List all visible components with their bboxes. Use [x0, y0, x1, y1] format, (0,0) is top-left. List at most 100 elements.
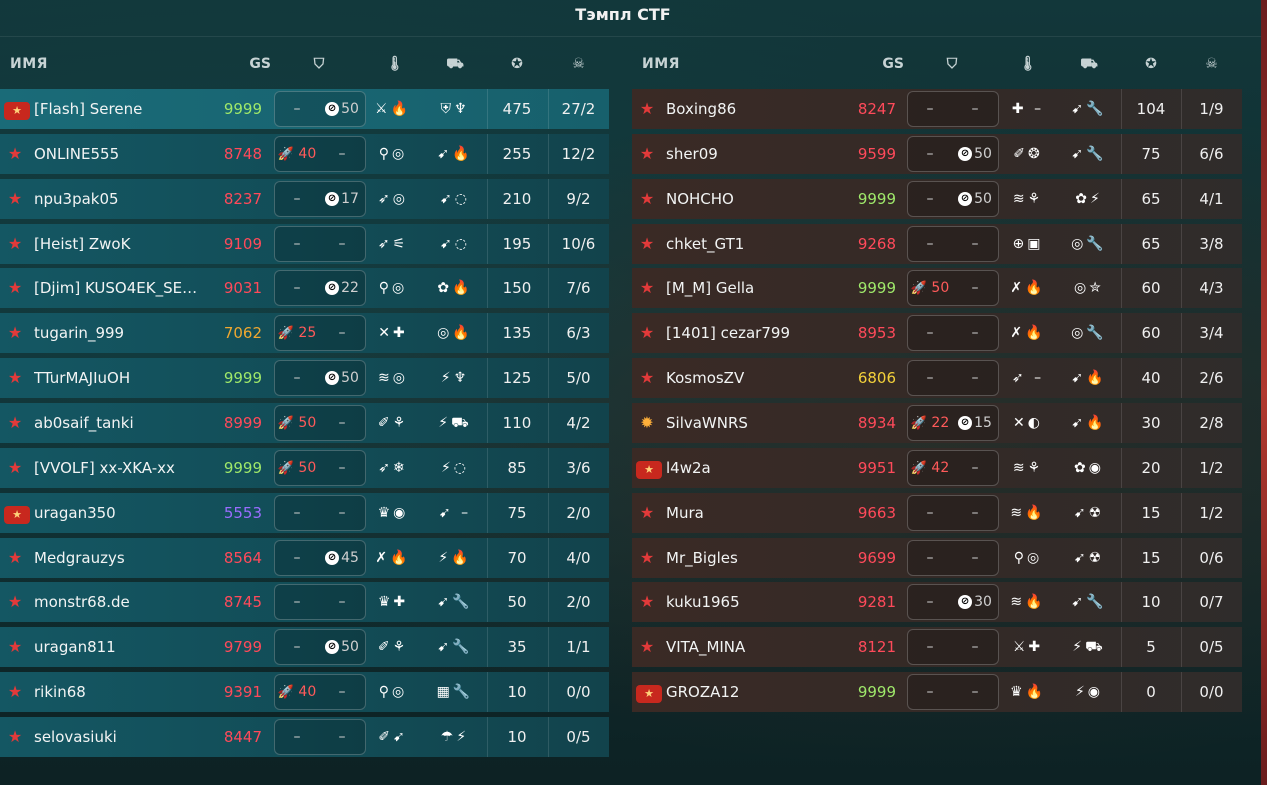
player-row[interactable]: ★ NOHCHO 9999 – ⊘ 50 ≋⚘ ✿⚡ 65 4/1	[632, 178, 1242, 219]
player-row[interactable]: ★ Boxing86 8247– – ✚ – ➹🔧 104 1/9	[632, 89, 1242, 129]
player-row[interactable]: ★ monstr68.de 8745– – ♛✚ ➹🔧 50 2/0	[0, 582, 609, 623]
player-name[interactable]: monstr68.de	[34, 582, 204, 622]
header-name[interactable]: ИМЯ	[10, 44, 110, 84]
rank-badge: ★	[4, 278, 30, 298]
tank-icon[interactable]: ⛟	[1060, 44, 1118, 84]
player-name[interactable]: [Flash] Serene	[34, 89, 204, 129]
player-row[interactable]: ★ rikin68 9391 🚀 40 – ⚲◎ ▦🔧 10 0/0	[0, 672, 609, 713]
star-icon[interactable]: ✪	[1121, 44, 1181, 84]
player-row[interactable]: ★ tugarin_999 7062 🚀 25 – ✕✚ ◎🔥 135 6/3	[0, 313, 609, 354]
player-row[interactable]: ★ selovasiuki 8447– – ✐➹ ☂⚡ 10 0/5	[0, 716, 609, 757]
player-name[interactable]: SilvaWNRS	[666, 403, 836, 443]
player-name[interactable]: [VVOLF] xx-XKA-xx	[34, 448, 204, 488]
kills-deaths: 0/5	[566, 727, 591, 746]
player-row[interactable]: ★ TTurMAJIuOH 9999 – ⊘ 50 ≋◎ ⚡♆ 125 5/0	[0, 358, 609, 399]
player-name[interactable]: selovasiuki	[34, 717, 204, 757]
shield-icon[interactable]: ⛉	[907, 44, 997, 84]
player-name[interactable]: ONLINE555	[34, 134, 204, 174]
kills-deaths: 6/3	[566, 324, 591, 343]
supply-left: –	[293, 594, 301, 611]
skull-icon[interactable]: ☠	[1181, 44, 1242, 84]
rank-badge: ★	[4, 413, 30, 433]
hull-equipment-icons: ➹🔥	[1071, 414, 1107, 431]
skull-icon[interactable]: ☠	[548, 44, 609, 84]
player-row[interactable]: ★ uragan811 9799 – ⊘ 50 ✐⚘ ➹🔧 35 1/1	[0, 627, 609, 668]
score: 10	[507, 683, 527, 702]
player-name[interactable]: [Djim] KUSO4EK_SER...	[34, 268, 204, 308]
player-name[interactable]: GROZA12	[666, 672, 836, 712]
header-gs[interactable]: GS	[846, 44, 904, 84]
player-row[interactable]: ★ Mr_Bigles 9699– – ⚲◎ ➹☢ 15 0/6	[632, 537, 1242, 578]
turret-equipment-icons: ✐➹	[378, 728, 408, 745]
player-row[interactable]: ★ KosmosZV 6806– – ➶ – ➹🔥 40 2/6	[632, 358, 1242, 399]
rank-badge: ★	[636, 592, 662, 612]
player-name[interactable]: ab0saif_tanki	[34, 403, 204, 443]
player-name[interactable]: uragan350	[34, 493, 204, 533]
booster-icon: ⊘	[325, 640, 340, 655]
player-row[interactable]: ★ chket_GT1 9268– – ⊕▣ ◎🔧 65 3/8	[632, 223, 1242, 264]
player-row[interactable]: ★ [M_M] Gella 9999 🚀 50 – ✗🔥 ◎✮ 60 4/3	[632, 268, 1242, 309]
player-name[interactable]: VITA_MINA	[666, 627, 836, 667]
player-row[interactable]: ★ Medgrauzys 8564 – ⊘ 45 ✗🔥 ⚡🔥 70 4/0	[0, 537, 609, 578]
player-row[interactable]: ★ [VVOLF] xx-XKA-xx 9999 🚀 50 – ➶❄ ⚡◌ 85 3/6	[0, 447, 609, 488]
player-name[interactable]: Mr_Bigles	[666, 538, 836, 578]
rank-legend-icon: ★	[636, 685, 662, 704]
player-name[interactable]: rikin68	[34, 672, 204, 712]
supplies-box: – ⊘ 50	[274, 91, 366, 127]
gear-score: 8247	[857, 100, 896, 118]
shield-icon[interactable]: ⛉	[274, 44, 364, 84]
player-row[interactable]: ★ uragan350 5553– – ♛◉ ➹ –75 2/0	[0, 492, 609, 533]
player-name[interactable]: NOHCHO	[666, 179, 836, 219]
rank-badge: ★	[636, 278, 662, 298]
supplies-box: – ⊘ 45	[274, 539, 366, 576]
player-row[interactable]: ★ npu3pak05 8237 – ⊘ 17 ➶◎ ➹◌ 210 9/2	[0, 178, 609, 219]
player-name[interactable]: TTurMAJIuOH	[34, 358, 204, 398]
supplies-box: – –	[907, 360, 999, 397]
player-row[interactable]: ★ Mura 9663– – ≋🔥 ➹☢ 15 1/2	[632, 492, 1242, 533]
player-row[interactable]: ★ [1401] cezar799 8953– – ✗🔥 ◎🔧 60 3/4	[632, 313, 1242, 354]
player-row[interactable]: ★ kuku1965 9281 – ⊘ 30 ≋🔥 ➹🔧 10 0/7	[632, 582, 1242, 623]
player-name[interactable]: sher09	[666, 134, 836, 174]
header-name[interactable]: ИМЯ	[642, 44, 742, 84]
player-name[interactable]: Mura	[666, 493, 836, 533]
player-name[interactable]: l4w2a	[666, 448, 836, 488]
player-row[interactable]: ★ l4w2a 9951 🚀 42 – ≋⚘ ✿◉ 20 1/2	[632, 447, 1242, 488]
team-1-header: ИМЯ GS ⛉ 🌡 ⛟ ✪ ☠	[0, 44, 609, 84]
header-gs[interactable]: GS	[213, 44, 271, 84]
supply-left: –	[293, 504, 301, 521]
player-name[interactable]: KosmosZV	[666, 358, 836, 398]
player-name[interactable]: [M_M] Gella	[666, 268, 836, 308]
player-row[interactable]: ★ [Djim] KUSO4EK_SER... 9031 – ⊘ 22 ⚲◎ ✿🔥 150 7/6	[0, 268, 609, 309]
player-name[interactable]: npu3pak05	[34, 179, 204, 219]
player-row[interactable]: ★ [Flash] Serene 9999 – ⊘ 50 ⚔🔥 ⛨♆ 475 27/2	[0, 89, 609, 129]
turret-equipment-icons: ⚲◎	[378, 145, 408, 162]
player-row[interactable]: ★ VITA_MINA 8121– – ⚔✚ ⚡⛟ 5 0/5	[632, 627, 1242, 668]
player-row[interactable]: ✹ SilvaWNRS 8934 🚀 22 ⊘ 15 ✕◐ ➹🔥 30 2/8	[632, 402, 1242, 443]
kills-deaths: 2/6	[1199, 369, 1224, 388]
supply-left: –	[926, 594, 934, 611]
player-name[interactable]: Medgrauzys	[34, 538, 204, 578]
kills-deaths: 12/2	[561, 144, 596, 163]
player-name[interactable]: [Heist] ZwoK	[34, 224, 204, 264]
player-name[interactable]: [1401] cezar799	[666, 313, 836, 353]
player-row[interactable]: ★ [Heist] ZwoK 9109– – ➶⚟ ➹◌ 195 10/6	[0, 223, 609, 264]
rank-badge: ★	[4, 682, 30, 702]
player-row[interactable]: ★ GROZA12 9999– – ♛🔥 ⚡◉ 0 0/0	[632, 672, 1242, 713]
thermometer-icon[interactable]: 🌡	[366, 44, 424, 84]
score: 75	[1141, 144, 1161, 163]
gear-score: 8953	[857, 324, 896, 343]
player-name[interactable]: tugarin_999	[34, 313, 204, 353]
player-row[interactable]: ★ ONLINE555 8748 🚀 40 – ⚲◎ ➹🔥 255 12/2	[0, 133, 609, 174]
turret-equipment-icons: ≋⚘	[1012, 459, 1044, 476]
player-name[interactable]: Boxing86	[666, 89, 836, 129]
player-name[interactable]: kuku1965	[666, 582, 836, 622]
player-name[interactable]: chket_GT1	[666, 224, 836, 264]
tank-icon[interactable]: ⛟	[426, 44, 484, 84]
score: 35	[507, 638, 527, 657]
player-name[interactable]: uragan811	[34, 627, 204, 667]
rank-star-icon: ★	[639, 233, 655, 253]
player-row[interactable]: ★ sher09 9599 – ⊘ 50 ✐❂ ➹🔧 75 6/6	[632, 133, 1242, 174]
player-row[interactable]: ★ ab0saif_tanki 8999 🚀 50 – ✐⚘ ⚡⛟ 110 4/2	[0, 402, 609, 443]
star-icon[interactable]: ✪	[487, 44, 547, 84]
thermometer-icon[interactable]: 🌡	[999, 44, 1057, 84]
